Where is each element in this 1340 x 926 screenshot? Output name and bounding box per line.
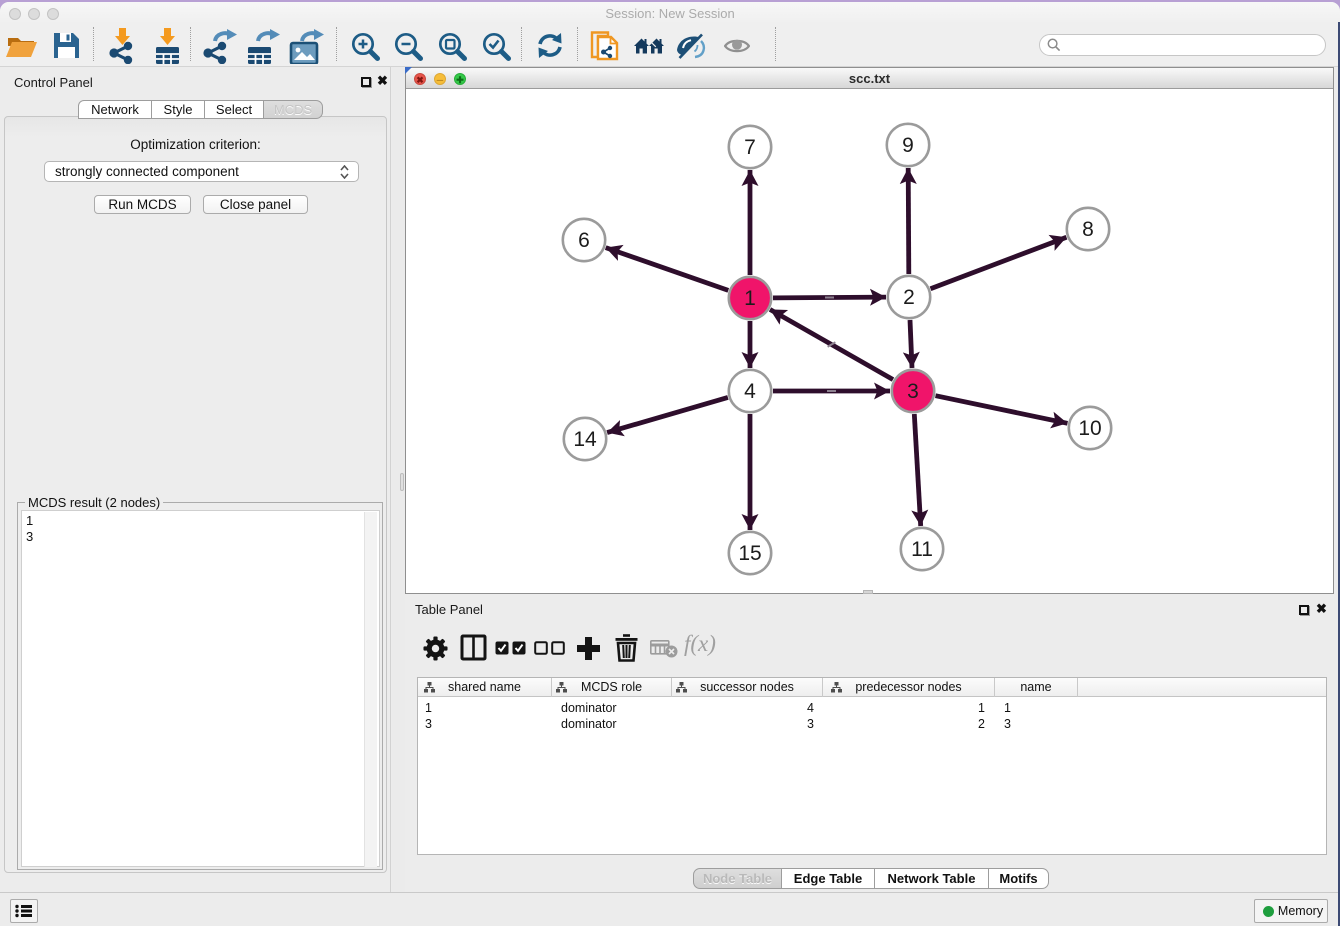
svg-text:9: 9 (902, 134, 914, 157)
svg-text:4: 4 (744, 380, 756, 403)
svg-text:11: 11 (911, 538, 933, 561)
svg-text:15: 15 (738, 542, 761, 565)
svg-text:6: 6 (578, 229, 590, 252)
svg-text:8: 8 (1082, 218, 1094, 241)
svg-text:14: 14 (573, 428, 597, 451)
svg-text:10: 10 (1078, 417, 1101, 440)
svg-text:2: 2 (903, 286, 915, 309)
svg-text:7: 7 (744, 136, 756, 159)
svg-text:1: 1 (744, 287, 756, 310)
svg-text:3: 3 (907, 380, 919, 403)
